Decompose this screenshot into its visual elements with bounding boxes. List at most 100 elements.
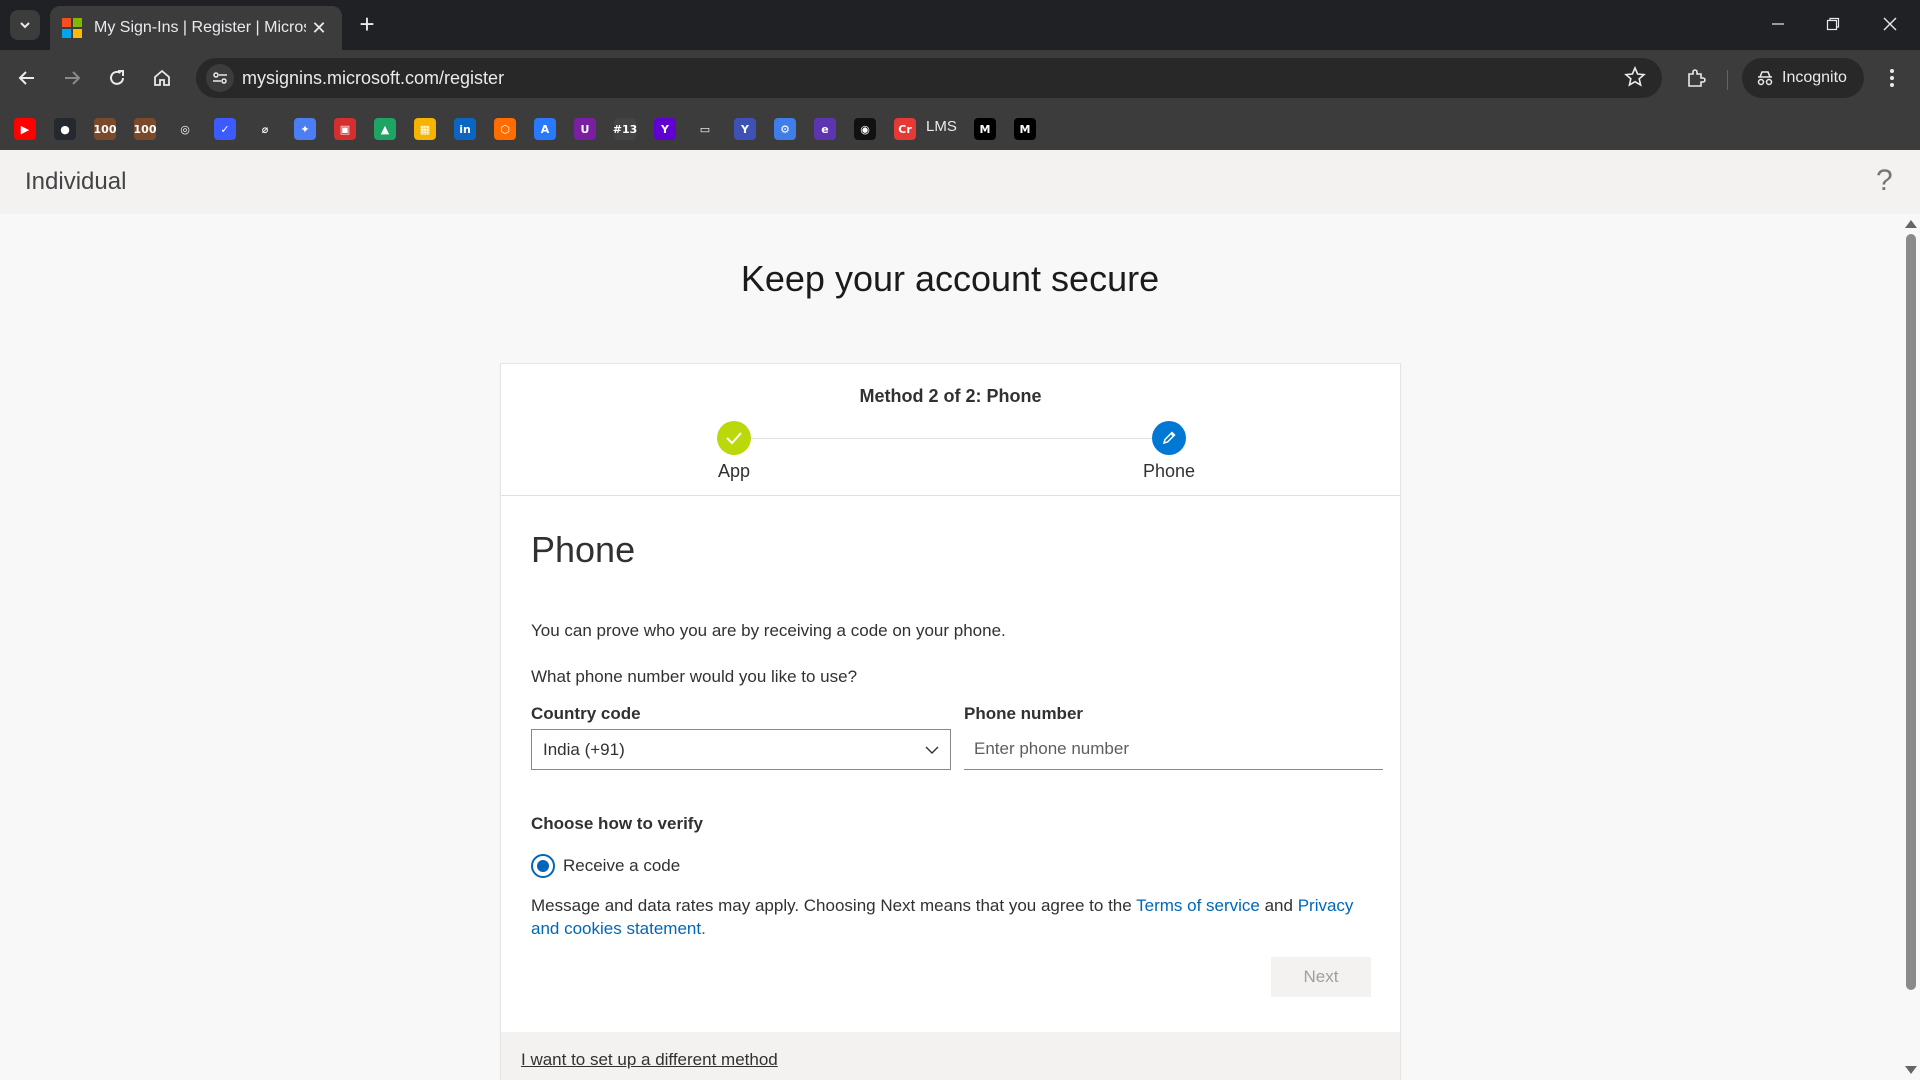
star-icon	[1624, 65, 1646, 87]
page-scrollbar[interactable]	[1902, 214, 1920, 1080]
country-code-value: India (+91)	[543, 740, 625, 759]
phone-number-input[interactable]	[964, 729, 1383, 770]
bookmark-bookmark-23-icon[interactable]: Cr	[894, 118, 916, 140]
close-tab-icon[interactable]: ✕	[308, 18, 330, 39]
bookmark-yahoo-icon[interactable]: Y	[654, 118, 676, 140]
step-app-checkmark-icon	[717, 421, 751, 455]
chevron-down-icon	[925, 746, 939, 754]
bookmark-bookmark-22-icon[interactable]: ◉	[854, 118, 876, 140]
section-title: Phone	[531, 529, 636, 570]
bookmark-drive-icon[interactable]: ▲	[374, 118, 396, 140]
browser-toolbar: mysignins.microsoft.com/register Incogni…	[0, 50, 1920, 106]
receive-code-radio[interactable]	[531, 854, 555, 878]
bookmark-medium-icon[interactable]: M	[974, 118, 996, 140]
progress-header: Method 2 of 2: Phone App Phone	[501, 364, 1400, 496]
extensions-button[interactable]	[1680, 62, 1712, 94]
scroll-down-arrow-icon[interactable]	[1905, 1066, 1917, 1074]
bookmark-bookmark-16-icon[interactable]: #13	[613, 118, 637, 140]
new-tab-button[interactable]: +	[352, 10, 382, 40]
terms-of-service-link[interactable]: Terms of service	[1136, 896, 1260, 915]
method-title: Method 2 of 2: Phone	[859, 386, 1042, 406]
forward-arrow-icon	[65, 71, 81, 85]
close-icon	[1883, 17, 1897, 31]
tab-search-button[interactable]	[10, 10, 40, 40]
forward-button[interactable]	[56, 62, 88, 94]
help-icon[interactable]: ?	[1876, 164, 1893, 198]
chevron-down-icon	[20, 22, 30, 29]
bookmark-linkedin-icon[interactable]: in	[454, 118, 476, 140]
minimize-icon	[1772, 23, 1784, 25]
site-header: Individual ?	[0, 150, 1920, 214]
incognito-icon	[1757, 71, 1773, 86]
bookmark-bookmark-9-icon[interactable]: ▣	[334, 118, 356, 140]
back-button[interactable]	[11, 62, 43, 94]
close-window-button[interactable]	[1872, 8, 1908, 40]
bookmark-bookmark-21-icon[interactable]: e	[814, 118, 836, 140]
scrollbar-thumb[interactable]	[1906, 234, 1916, 990]
tune-icon	[213, 72, 227, 84]
address-bar[interactable]: mysignins.microsoft.com/register	[196, 58, 1662, 98]
url-text[interactable]: mysignins.microsoft.com/register	[242, 68, 504, 89]
puzzle-icon	[1688, 69, 1706, 87]
microsoft-logo-icon	[62, 18, 82, 38]
toolbar-divider	[1727, 70, 1728, 90]
progress-line	[735, 438, 1169, 439]
bookmark-gmail-100b-icon[interactable]: 100	[134, 118, 156, 140]
tab-title: My Sign-Ins | Register | Microsoft	[94, 19, 306, 36]
bookmark-lms-label[interactable]: LMS	[926, 118, 957, 135]
page-title: Keep your account secure	[740, 258, 1160, 299]
home-icon	[154, 69, 170, 86]
incognito-label: Incognito	[1782, 69, 1847, 86]
verify-method-label: Choose how to verify	[531, 814, 703, 833]
bookmark-bookmark-7-icon[interactable]: ⌀	[254, 118, 276, 140]
question-text: What phone number would you like to use?	[531, 667, 858, 686]
active-tab[interactable]: My Sign-Ins | Register | Microsoft ✕	[50, 6, 342, 50]
bookmark-medium-2-icon[interactable]: M	[1014, 118, 1036, 140]
step-phone-label: Phone	[1142, 461, 1196, 481]
checkmark-icon	[726, 432, 742, 445]
browser-menu-button[interactable]	[1876, 62, 1908, 94]
bookmark-star-button[interactable]	[1624, 65, 1646, 93]
bookmark-youtube-icon[interactable]: ▶	[14, 118, 36, 140]
bookmark-bookmark-13-icon[interactable]: ⬡	[494, 118, 516, 140]
reload-button[interactable]	[101, 62, 133, 94]
intro-text: You can prove who you are by receiving a…	[531, 621, 1006, 640]
bookmark-bookmark-14-icon[interactable]: A	[534, 118, 556, 140]
bookmark-gemini-icon[interactable]: ✦	[294, 118, 316, 140]
restore-button[interactable]	[1815, 8, 1851, 40]
bookmark-folder-icon[interactable]: ▭	[694, 118, 716, 140]
bookmark-bookmark-11-icon[interactable]: ▦	[414, 118, 436, 140]
tab-strip: My Sign-Ins | Register | Microsoft ✕ +	[0, 0, 1920, 50]
brand-title: Individual	[25, 168, 127, 195]
next-button[interactable]: Next	[1271, 957, 1371, 997]
disclaimer-text: Message and data rates may apply. Choosi…	[531, 894, 1371, 940]
bookmark-gmail-100-icon[interactable]: 100	[94, 118, 116, 140]
phone-number-label: Phone number	[964, 704, 1084, 723]
scroll-up-arrow-icon[interactable]	[1905, 220, 1917, 228]
bookmarks-bar: ▶ ● 100 100 ◎ ✓ ⌀ ✦ ▣ ▲ ▦ in ⬡ A U #13 Y ▭ Y ⚙ e ◉ Cr M M LMS	[0, 106, 1920, 150]
card-footer: I want to set up a different method	[501, 1032, 1400, 1080]
bookmark-openai-icon[interactable]: ◎	[174, 118, 196, 140]
receive-code-label[interactable]: Receive a code	[563, 856, 680, 876]
different-method-link[interactable]: I want to set up a different method	[521, 1050, 778, 1070]
incognito-badge[interactable]: Incognito	[1742, 58, 1864, 98]
more-vert-icon	[1890, 69, 1894, 87]
step-app-label: App	[717, 461, 751, 481]
bookmark-bookmark-19-icon[interactable]: Y	[734, 118, 756, 140]
disclaimer-prefix: Message and data rates may apply. Choosi…	[531, 896, 1137, 915]
page-content: Individual ? Keep your account secure Me…	[0, 150, 1920, 1080]
step-phone-pencil-icon	[1152, 421, 1186, 455]
registration-card: Method 2 of 2: Phone App Phone Phone You…	[500, 363, 1401, 1080]
pencil-icon	[1162, 431, 1176, 445]
bookmark-bookmark-20-icon[interactable]: ⚙	[774, 118, 796, 140]
country-code-label: Country code	[531, 704, 641, 723]
bookmark-bookmark-15-icon[interactable]: U	[574, 118, 596, 140]
minimize-button[interactable]	[1760, 8, 1796, 40]
restore-icon	[1826, 17, 1840, 31]
site-settings-button[interactable]	[206, 64, 234, 92]
reload-icon	[110, 70, 124, 85]
bookmark-github-icon[interactable]: ●	[54, 118, 76, 140]
home-button[interactable]	[146, 62, 178, 94]
bookmark-bookmark-6-icon[interactable]: ✓	[214, 118, 236, 140]
country-code-select[interactable]: India (+91)	[531, 729, 951, 770]
